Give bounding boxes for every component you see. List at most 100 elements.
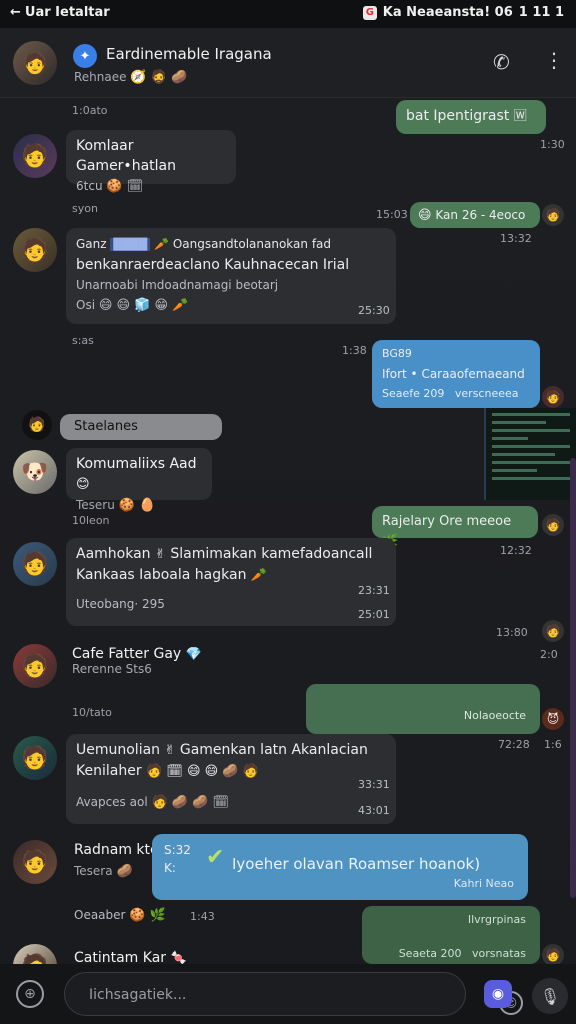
- message-footer: Uteobang· 295: [76, 597, 165, 611]
- message-time: 23:31: [358, 584, 390, 597]
- phone-icon[interactable]: ✆: [493, 50, 510, 74]
- message-time: 72:28: [498, 738, 530, 751]
- avatar[interactable]: 🧑: [13, 542, 57, 586]
- sender-name: Cafe Fatter Gay 💎: [72, 646, 202, 662]
- avatar: 😈: [542, 708, 564, 730]
- incoming-message[interactable]: Radnam ktc Tesera 🥔: [74, 842, 158, 879]
- outgoing-message[interactable]: Ilvrgrpinas Seaeta 200 vorsnatas: [362, 906, 540, 964]
- avatar: 🧑: [542, 204, 564, 226]
- message-meta: Nolaoeocte: [463, 709, 526, 722]
- back-arrow-icon[interactable]: ←: [10, 5, 21, 20]
- avatar: 🧑: [22, 410, 52, 440]
- scrollbar[interactable]: [570, 458, 576, 898]
- message-time: 1:6: [544, 738, 562, 751]
- message-feed[interactable]: 1:0ato bat Ipentigrast 🅆 1:30 🧑 Komlaar …: [0, 98, 576, 964]
- microphone-icon[interactable]: 🎙: [532, 978, 568, 1014]
- app-icon: G: [362, 5, 377, 20]
- message-text: benkanraerdeaclano Kauhnacecan Irial: [76, 257, 350, 273]
- more-vert-icon[interactable]: ⋮: [544, 48, 564, 72]
- timestamp: syon: [72, 202, 98, 215]
- status-left-text: Uar Ietaltar: [24, 5, 110, 20]
- message-time: 2:0: [540, 648, 558, 661]
- incoming-message[interactable]: Ganz ████ 🥕 Oangsandtolananokan fad benk…: [66, 228, 396, 324]
- message-text: Kankaas Iaboala hagkan 🥕: [76, 567, 268, 583]
- message-meta: Seaefe 209 verscneeea: [382, 387, 519, 400]
- message-text: Rajelary Ore meeoe: [382, 514, 512, 529]
- avatar: 🧑: [542, 944, 564, 964]
- message-footer: Avapces aol 🧑 🥔 🥔 🗓: [76, 795, 229, 810]
- reactions: Osi 😄 😄 🧊 😁 🥕: [76, 298, 189, 313]
- message-footer: Oeaaber 🍪 🌿: [74, 908, 166, 923]
- avatar[interactable]: 🐶: [13, 450, 57, 494]
- message-text: Iyoeher olavan Roamser hoanok): [232, 855, 481, 873]
- blue-message[interactable]: S:32 K: ✔ Iyoeher olavan Roamser hoanok)…: [152, 834, 528, 900]
- message-text: 6tcu 🍪 🗓: [76, 179, 144, 194]
- message-time: 1:30: [540, 138, 565, 151]
- signal-icon: 1 11 1: [518, 5, 564, 20]
- label-chip[interactable]: Staelanes: [60, 414, 222, 440]
- avatar: 🧑: [542, 386, 564, 408]
- message-text: Kenilaher 🧑 🗓 😄 😄 🥔 🧑: [76, 763, 259, 779]
- avatar: 🧑: [542, 514, 564, 536]
- message-text: Rerenne Sts6: [72, 662, 152, 676]
- message-time: 12:32: [500, 544, 532, 557]
- avatar[interactable]: 🧑: [13, 840, 57, 884]
- message-time: 33:31: [358, 778, 390, 791]
- avatar[interactable]: 🧑: [13, 644, 57, 688]
- status-right: G Ka Neaeansta! 06 1 11 1: [362, 5, 564, 20]
- avatar[interactable]: 🧑: [13, 228, 57, 272]
- avatar[interactable]: 🧑: [13, 736, 57, 780]
- message-input[interactable]: [89, 984, 419, 1006]
- message-meta: Ilvrgrpinas: [467, 913, 526, 926]
- message-header: Ganz ████ 🥕 Oangsandtolananokan fad: [76, 237, 332, 251]
- message-text: Uemunolian ✌ Gamenkan latn Akanlacian: [76, 742, 368, 758]
- outgoing-message[interactable]: 😄 Kan 26 - 4eoco: [410, 202, 540, 228]
- status-right-text: Ka Neaeansta! 06: [382, 5, 513, 20]
- status-bar: ← Uar Ietaltar G Ka Neaeansta! 06 1 11 1: [0, 0, 576, 28]
- composer: ⊕ ☺ ◉ 🎙: [0, 964, 576, 1024]
- message-meta: Kahri Neao: [453, 877, 514, 890]
- message-text: Aamhokan ✌ Slamimakan kamefadoancall: [76, 546, 373, 562]
- code-label: S:32: [164, 843, 191, 857]
- message-time: 25:30: [358, 304, 390, 317]
- avatar[interactable]: 🧑: [13, 944, 57, 964]
- message-text: Teseru 🍪 🥚: [76, 498, 156, 513]
- incoming-message[interactable]: Uemunolian ✌ Gamenkan latn Akanlacian Ke…: [66, 734, 396, 824]
- incoming-message[interactable]: Komlaar Gamer•hatlan 6tcu 🍪 🗓: [66, 130, 236, 194]
- avatar: 🧑: [542, 620, 564, 642]
- sender-name: Komumaliixs Aad 😊: [76, 456, 197, 492]
- group-badge-icon: ✦: [73, 44, 97, 68]
- timestamp: 10leon: [72, 514, 110, 527]
- message-field[interactable]: ☺: [64, 972, 523, 1016]
- chat-avatar[interactable]: 🧑: [13, 41, 57, 85]
- message-text: Kan 26 - 4eoco: [435, 208, 526, 222]
- sticker-icon[interactable]: ◉: [484, 980, 512, 1008]
- outgoing-message[interactable]: Nolaoeocte: [306, 684, 540, 734]
- incoming-message[interactable]: Aamhokan ✌ Slamimakan kamefadoancall Kan…: [66, 538, 396, 626]
- message-time: 1:38: [342, 344, 367, 357]
- message-time: 1:43: [190, 910, 215, 923]
- avatar[interactable]: 🧑: [13, 134, 57, 178]
- incoming-message[interactable]: Cafe Fatter Gay 💎 Rerenne Sts6: [72, 646, 202, 676]
- outgoing-message[interactable]: BG89 Ifort • Caraaofemaeand Seaefe 209 v…: [372, 340, 540, 408]
- message-time: 13:80: [496, 626, 528, 639]
- attach-circle-icon[interactable]: ⊕: [16, 980, 44, 1008]
- outgoing-message[interactable]: bat Ipentigrast 🅆: [396, 100, 546, 134]
- message-text: Unarnoabi Imdoadnamagi beotarj: [76, 278, 279, 292]
- message-title: BG89: [382, 347, 412, 360]
- sender-name: Komlaar Gamer•hatlan: [76, 138, 176, 174]
- code-label: K:: [164, 861, 176, 875]
- message-meta: Seaeta 200 vorsnatas: [398, 947, 526, 960]
- timestamp: s:as: [72, 334, 94, 347]
- chat-title[interactable]: Eardinemable Iragana: [106, 45, 272, 63]
- message-text: bat Ipentigrast: [406, 108, 510, 124]
- status-left: ← Uar Ietaltar: [10, 5, 110, 20]
- incoming-message[interactable]: Komumaliixs Aad 😊 Teseru 🍪 🥚: [66, 448, 212, 513]
- chat-header: 🧑 ✦ Eardinemable Iragana Rehnaee 🧭 🧔 🥔 ✆…: [0, 28, 576, 98]
- message-text: Tesera 🥔: [74, 864, 133, 879]
- code-preview: [484, 408, 576, 500]
- outgoing-message[interactable]: Rajelary Ore meeoe 🌿: [372, 506, 538, 549]
- message-text: Ifort • Caraaofemaeand: [382, 367, 525, 381]
- sender-name: Catintam Kar 🍬: [74, 950, 187, 964]
- timestamp: 10/tato: [72, 706, 112, 719]
